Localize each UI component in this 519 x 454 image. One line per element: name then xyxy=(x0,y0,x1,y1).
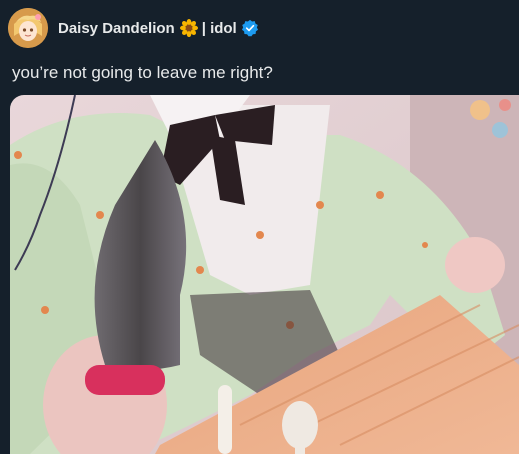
tweet-text: you’re not going to leave me right? xyxy=(12,63,273,82)
avatar-icon xyxy=(8,8,48,48)
tweet-header: Daisy Dandelion | idol xyxy=(8,8,259,48)
sunflower-icon xyxy=(179,19,198,37)
avatar[interactable] xyxy=(8,8,48,48)
display-name[interactable]: Daisy Dandelion xyxy=(58,20,175,37)
tweet-media[interactable] xyxy=(10,95,519,454)
name-suffix: | idol xyxy=(201,19,237,37)
verified-badge-icon[interactable] xyxy=(241,19,259,37)
video-still-image xyxy=(10,95,519,454)
